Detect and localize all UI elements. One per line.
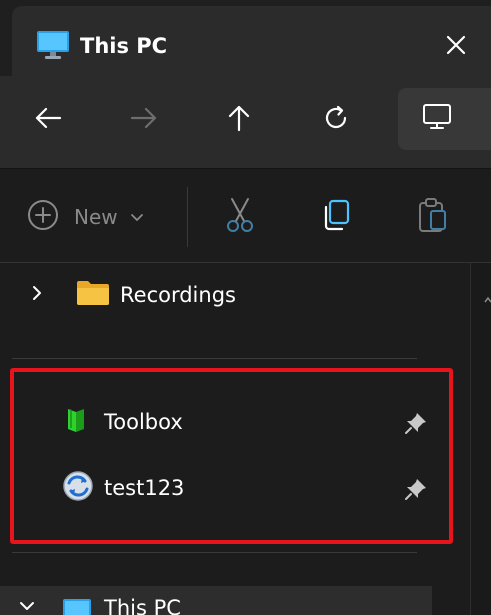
folder-icon — [76, 279, 110, 311]
cut-button[interactable] — [220, 197, 260, 237]
forward-button[interactable] — [122, 98, 166, 142]
close-icon[interactable] — [439, 28, 473, 62]
new-button[interactable]: New — [26, 197, 144, 237]
file-explorer-window: This PC New Recordings Toolbox test123 T… — [0, 0, 491, 615]
copy-button[interactable] — [316, 197, 356, 237]
refresh-icon — [322, 104, 350, 136]
clipboard-icon — [416, 197, 448, 237]
pane-divider — [12, 552, 417, 553]
caret-up-icon[interactable] — [484, 289, 491, 308]
highlight-annotation — [10, 368, 453, 544]
title-bar: This PC — [0, 0, 491, 76]
refresh-button[interactable] — [314, 98, 358, 142]
copy-icon — [320, 198, 352, 236]
up-button[interactable] — [217, 98, 261, 142]
plus-circle-icon — [26, 198, 60, 236]
chevron-down-icon — [130, 208, 144, 227]
chevron-down-icon[interactable] — [18, 598, 36, 615]
tree-item-recordings[interactable]: Recordings — [30, 271, 236, 319]
pane-divider — [12, 358, 417, 359]
command-separator — [187, 187, 188, 247]
scrollbar[interactable] — [471, 263, 491, 615]
arrow-up-icon — [227, 104, 251, 136]
new-button-label: New — [74, 205, 118, 229]
chevron-right-icon[interactable] — [30, 284, 52, 306]
back-button[interactable] — [26, 98, 70, 142]
monitor-icon — [36, 30, 70, 64]
tree-item-this-pc[interactable]: This PC — [0, 586, 432, 615]
tree-item-label: Recordings — [120, 283, 236, 307]
navigation-bar — [0, 76, 491, 168]
tab-this-pc[interactable]: This PC — [12, 6, 491, 76]
view-button[interactable] — [398, 88, 491, 150]
monitor-icon — [422, 103, 452, 135]
arrow-left-icon — [34, 106, 62, 134]
arrow-right-icon — [130, 106, 158, 134]
monitor-icon — [62, 598, 92, 615]
tab-title: This PC — [80, 34, 168, 58]
command-bar: New — [0, 169, 491, 262]
scissors-icon — [224, 197, 256, 237]
tree-item-label: This PC — [104, 596, 181, 615]
paste-button[interactable] — [412, 197, 452, 237]
